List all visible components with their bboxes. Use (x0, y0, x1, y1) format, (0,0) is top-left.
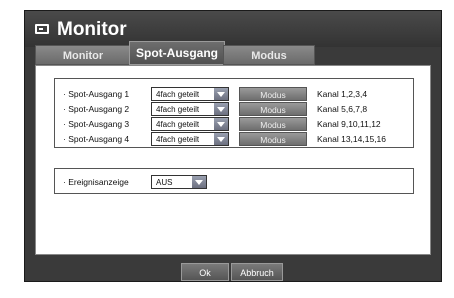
chevron-down-icon[interactable] (214, 88, 228, 100)
monitor-dialog: Monitor Monitor Spot-Ausgang Modus · Spo… (24, 10, 442, 282)
cancel-button[interactable]: Abbruch (231, 263, 283, 281)
spot-output-label: · Spot-Ausgang 3 (63, 119, 130, 129)
spot-output-4-mode-select[interactable]: 4fach geteilt (151, 132, 229, 146)
spot-output-row-2: · Spot-Ausgang 2 4fach geteilt Modus Kan… (55, 102, 413, 116)
spot-output-2-modus-button[interactable]: Modus (239, 102, 307, 116)
chevron-down-icon[interactable] (192, 176, 206, 188)
settings-panel: · Spot-Ausgang 1 4fach geteilt Modus Kan… (35, 65, 431, 255)
chevron-down-icon[interactable] (214, 103, 228, 115)
event-display-group: · Ereignisanzeige AUS (54, 168, 414, 194)
tab-modus[interactable]: Modus (223, 45, 315, 65)
ok-button[interactable]: Ok (181, 263, 229, 281)
spot-output-label: · Spot-Ausgang 1 (63, 89, 130, 99)
spot-output-2-mode-select[interactable]: 4fach geteilt (151, 102, 229, 116)
event-display-select[interactable]: AUS (151, 175, 207, 189)
spot-output-group: · Spot-Ausgang 1 4fach geteilt Modus Kan… (54, 78, 414, 148)
spot-output-1-channels: Kanal 1,2,3,4 (317, 89, 368, 99)
title-bar: Monitor (25, 11, 441, 47)
spot-output-3-channels: Kanal 9,10,11,12 (317, 119, 381, 129)
spot-output-3-modus-button[interactable]: Modus (239, 117, 307, 131)
tab-spot-ausgang[interactable]: Spot-Ausgang (129, 41, 225, 65)
spot-output-2-channels: Kanal 5,6,7,8 (317, 104, 368, 114)
spot-output-row-3: · Spot-Ausgang 3 4fach geteilt Modus Kan… (55, 117, 413, 131)
chevron-down-icon[interactable] (214, 133, 228, 145)
spot-output-3-mode-select[interactable]: 4fach geteilt (151, 117, 229, 131)
monitor-icon (35, 24, 49, 34)
event-display-label: · Ereignisanzeige (63, 177, 129, 187)
select-value: 4fach geteilt (156, 90, 200, 99)
tab-monitor[interactable]: Monitor (35, 45, 131, 65)
spot-output-4-modus-button[interactable]: Modus (239, 132, 307, 146)
select-value: AUS (156, 178, 173, 187)
select-value: 4fach geteilt (156, 120, 200, 129)
spot-output-label: · Spot-Ausgang 4 (63, 134, 130, 144)
dialog-title: Monitor (57, 19, 127, 40)
select-value: 4fach geteilt (156, 135, 200, 144)
spot-output-row-4: · Spot-Ausgang 4 4fach geteilt Modus Kan… (55, 132, 413, 146)
chevron-down-icon[interactable] (214, 118, 228, 130)
spot-output-label: · Spot-Ausgang 2 (63, 104, 130, 114)
event-display-row: · Ereignisanzeige AUS (55, 175, 413, 189)
spot-output-1-mode-select[interactable]: 4fach geteilt (151, 87, 229, 101)
spot-output-row-1: · Spot-Ausgang 1 4fach geteilt Modus Kan… (55, 87, 413, 101)
spot-output-1-modus-button[interactable]: Modus (239, 87, 307, 101)
select-value: 4fach geteilt (156, 105, 200, 114)
spot-output-4-channels: Kanal 13,14,15,16 (317, 134, 387, 144)
